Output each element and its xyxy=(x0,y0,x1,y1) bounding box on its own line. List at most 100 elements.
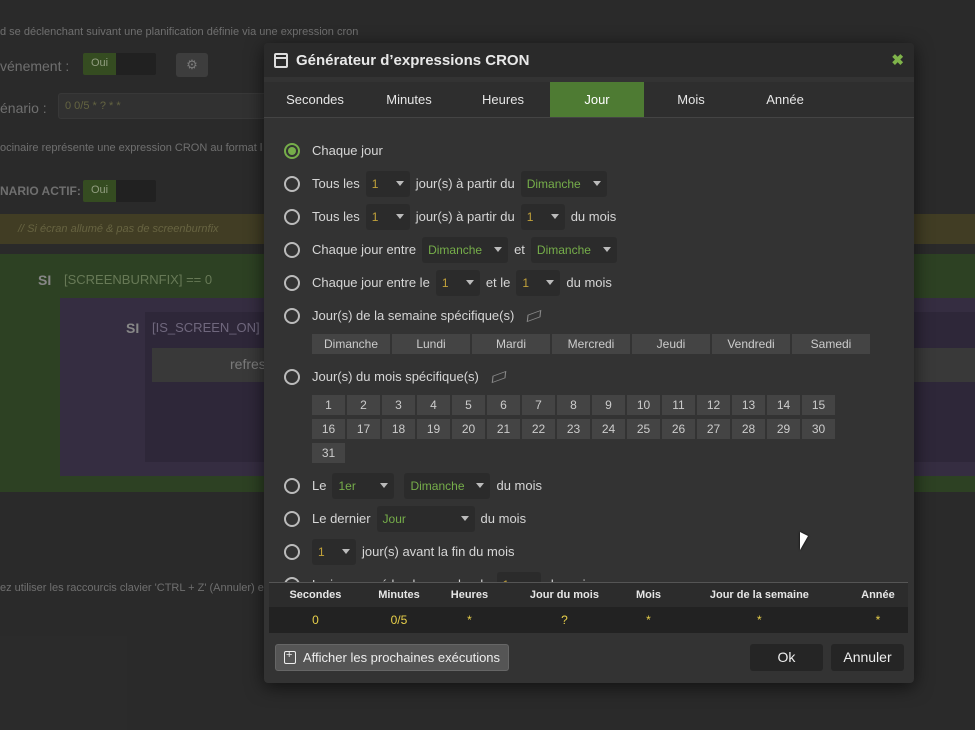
select-every-n-weekday-start[interactable]: Dimanche xyxy=(520,170,607,197)
select-nth-ordinal[interactable]: 1er xyxy=(332,472,395,499)
tab-day[interactable]: Jour xyxy=(550,82,644,117)
monthday-button[interactable]: 15 xyxy=(802,395,835,415)
option-last-day: Le dernier Jour du mois xyxy=(284,502,914,535)
select-every-n-monthday-start[interactable]: 1 xyxy=(520,203,565,230)
tab-month[interactable]: Mois xyxy=(644,82,738,117)
radio-every-day[interactable] xyxy=(284,142,300,159)
monthday-button[interactable]: 24 xyxy=(592,419,625,439)
monthday-button[interactable]: 8 xyxy=(557,395,590,415)
tab-year[interactable]: Année xyxy=(738,82,832,117)
select-every-n-weekday-count[interactable]: 1 xyxy=(365,170,410,197)
tab-seconds[interactable]: Secondes xyxy=(268,82,362,117)
chevron-down-icon xyxy=(395,214,404,219)
radio-every-n-monthday[interactable] xyxy=(284,208,300,225)
summary-header: Jour de la semaine xyxy=(670,582,848,607)
monthday-button[interactable]: 28 xyxy=(732,419,765,439)
monthday-button[interactable]: 12 xyxy=(697,395,730,415)
monthday-button[interactable]: 27 xyxy=(697,419,730,439)
radio-before-end[interactable] xyxy=(284,543,300,560)
weekday-button[interactable]: Vendredi xyxy=(712,334,790,354)
day-options: Chaque jour Tous les 1 jour(s) à partir … xyxy=(264,118,914,601)
radio-specific-monthdays[interactable] xyxy=(284,368,300,385)
monthday-grid: 1 2 3 4 5 6 7 8 9 10 11 12 13 14 15 16 1… xyxy=(312,395,914,463)
radio-nth-weekday[interactable] xyxy=(284,477,300,494)
mouse-cursor-icon xyxy=(800,532,808,550)
monthday-button[interactable]: 1 xyxy=(312,395,345,415)
select-nth-weekday[interactable]: Dimanche xyxy=(404,472,491,499)
chevron-down-icon xyxy=(550,214,559,219)
eraser-icon[interactable] xyxy=(491,370,507,383)
chevron-down-icon xyxy=(476,483,485,488)
option-nth-weekday: Le 1er Dimanche du mois xyxy=(284,469,914,502)
monthday-button[interactable]: 19 xyxy=(417,419,450,439)
monthday-button[interactable]: 20 xyxy=(452,419,485,439)
weekday-button[interactable]: Mercredi xyxy=(552,334,630,354)
monthday-button[interactable]: 16 xyxy=(312,419,345,439)
monthday-button[interactable]: 2 xyxy=(347,395,380,415)
tab-hours[interactable]: Heures xyxy=(456,82,550,117)
select-between-weekdays-from[interactable]: Dimanche xyxy=(422,236,509,263)
monthday-button[interactable]: 13 xyxy=(732,395,765,415)
monthday-button[interactable]: 18 xyxy=(382,419,415,439)
summary-header: Minutes xyxy=(361,582,437,607)
monthday-button[interactable]: 22 xyxy=(522,419,555,439)
monthday-button[interactable]: 9 xyxy=(592,395,625,415)
option-before-end: 1 jour(s) avant la fin du mois xyxy=(284,535,914,568)
monthday-button[interactable]: 17 xyxy=(347,419,380,439)
eraser-icon[interactable] xyxy=(527,309,542,322)
weekday-button[interactable]: Jeudi xyxy=(632,334,710,354)
summary-header: Jour du mois xyxy=(502,582,627,607)
monthday-button[interactable]: 7 xyxy=(522,395,555,415)
select-last-day[interactable]: Jour xyxy=(376,505,475,532)
monthday-button[interactable]: 3 xyxy=(382,395,415,415)
cancel-button[interactable]: Annuler xyxy=(831,644,904,671)
chevron-down-icon xyxy=(546,280,555,285)
radio-between-monthdays[interactable] xyxy=(284,274,300,291)
show-next-runs-button[interactable]: Afficher les prochaines exécutions xyxy=(275,644,509,671)
select-between-monthdays-to[interactable]: 1 xyxy=(516,269,561,296)
monthday-button[interactable]: 25 xyxy=(627,419,660,439)
monthday-button[interactable]: 5 xyxy=(452,395,485,415)
calendar-plus-icon xyxy=(284,649,296,664)
summary-value: * xyxy=(436,606,503,633)
select-between-monthdays-from[interactable]: 1 xyxy=(435,269,480,296)
monthday-button[interactable]: 31 xyxy=(312,443,345,463)
weekday-button[interactable]: Samedi xyxy=(792,334,870,354)
monthday-button[interactable]: 11 xyxy=(662,395,695,415)
tab-minutes[interactable]: Minutes xyxy=(362,82,456,117)
monthday-button[interactable]: 14 xyxy=(767,395,800,415)
monthday-button[interactable]: 23 xyxy=(557,419,590,439)
chevron-down-icon xyxy=(342,549,350,554)
radio-specific-weekdays[interactable] xyxy=(284,307,300,324)
select-every-n-monthday-count[interactable]: 1 xyxy=(365,203,410,230)
close-icon[interactable]: ✖ xyxy=(891,51,904,69)
monthday-button[interactable]: 6 xyxy=(487,395,520,415)
weekday-grid: Dimanche Lundi Mardi Mercredi Jeudi Vend… xyxy=(312,334,914,354)
weekday-button[interactable]: Mardi xyxy=(472,334,550,354)
summary-value: * xyxy=(670,606,848,633)
option-between-weekdays: Chaque jour entre Dimanche et Dimanche xyxy=(284,233,914,266)
summary-header: Année xyxy=(847,582,908,607)
summary-header: Secondes xyxy=(269,582,362,607)
summary-value: 0/5 xyxy=(361,606,437,633)
monthday-button[interactable]: 26 xyxy=(662,419,695,439)
monthday-button[interactable]: 4 xyxy=(417,395,450,415)
calendar-icon xyxy=(274,52,288,68)
select-before-end-count[interactable]: 1 xyxy=(312,538,356,565)
monthday-button[interactable]: 30 xyxy=(802,419,835,439)
radio-every-n-weekday[interactable] xyxy=(284,175,300,192)
chevron-down-icon xyxy=(465,280,474,285)
option-every-day: Chaque jour xyxy=(284,134,914,167)
monthday-button[interactable]: 21 xyxy=(487,419,520,439)
ok-button[interactable]: Ok xyxy=(750,644,823,671)
radio-between-weekdays[interactable] xyxy=(284,241,300,258)
weekday-button[interactable]: Dimanche xyxy=(312,334,390,354)
chevron-down-icon xyxy=(602,247,611,252)
option-every-n-monthday: Tous les 1 jour(s) à partir du 1 du mois xyxy=(284,200,914,233)
radio-last-day[interactable] xyxy=(284,510,300,527)
select-between-weekdays-to[interactable]: Dimanche xyxy=(530,236,617,263)
weekday-button[interactable]: Lundi xyxy=(392,334,470,354)
monthday-button[interactable]: 10 xyxy=(627,395,660,415)
monthday-button[interactable]: 29 xyxy=(767,419,800,439)
summary-header: Heures xyxy=(436,582,503,607)
